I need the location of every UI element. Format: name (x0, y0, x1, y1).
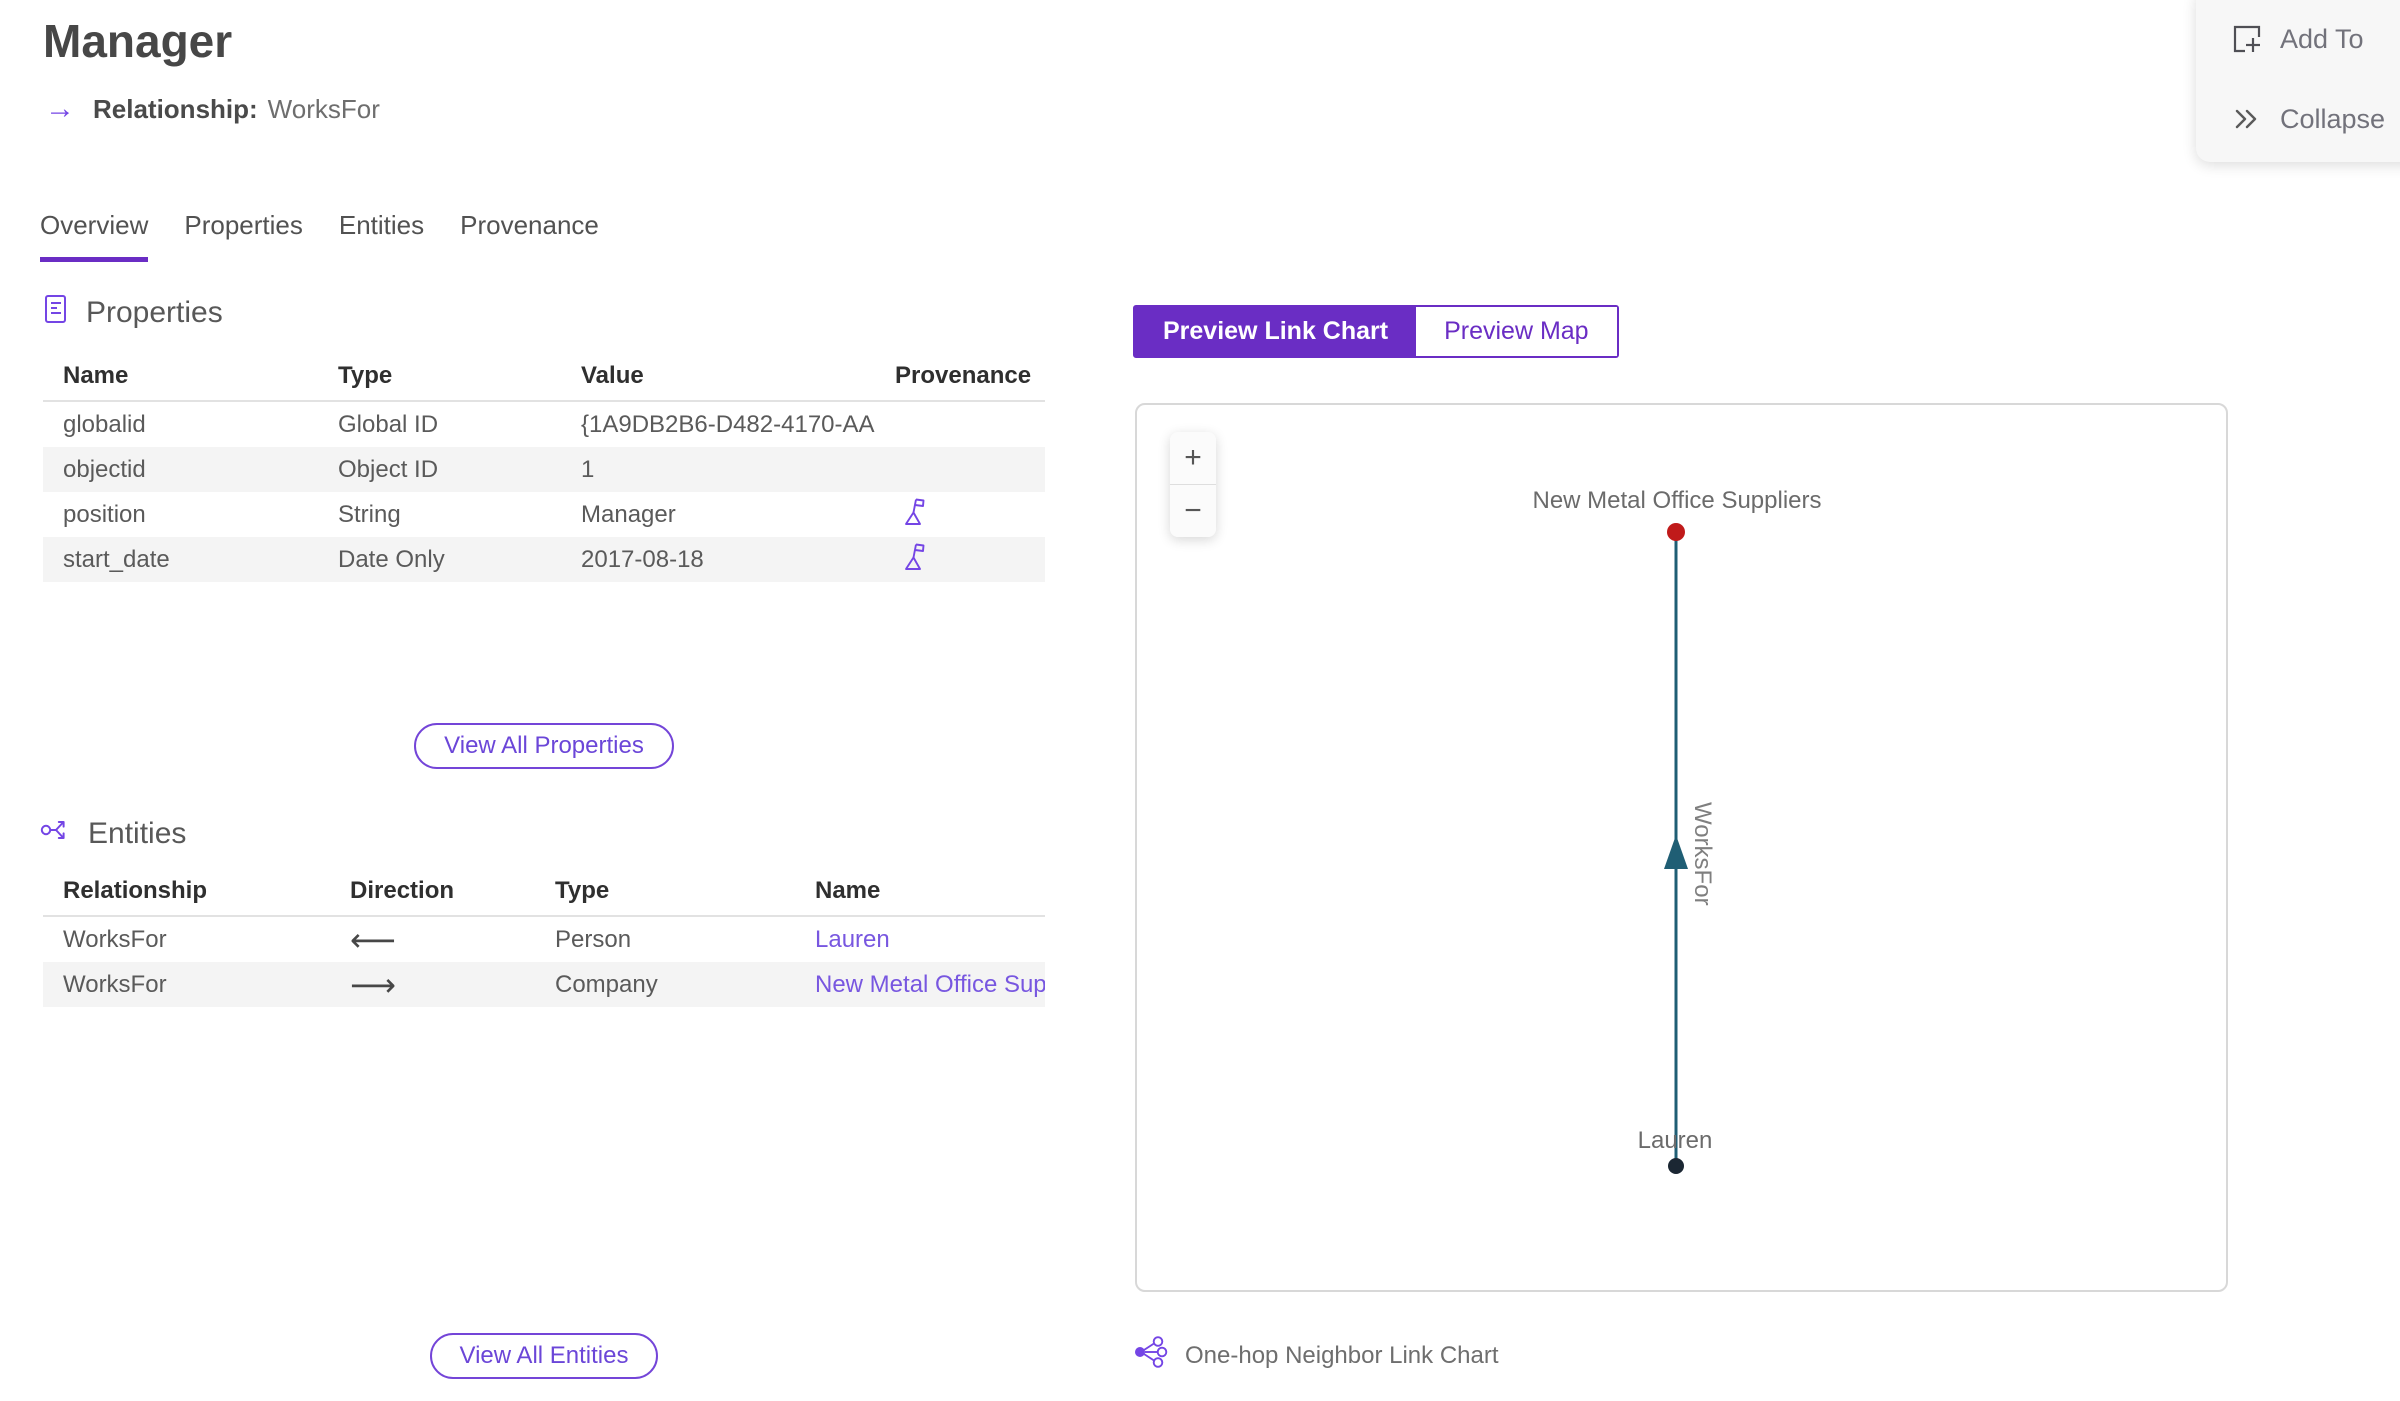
ent-relationship: WorksFor (63, 925, 167, 953)
prop-value: 2017-08-18 (581, 545, 704, 573)
tab-bar: Overview Properties Entities Provenance (40, 210, 599, 262)
col-name: Name (815, 877, 881, 904)
add-to-icon (2228, 20, 2266, 58)
collapse-label: Collapse (2280, 103, 2386, 134)
prop-name: start_date (63, 545, 170, 573)
col-type: Type (338, 362, 393, 389)
collapse-button[interactable]: Collapse (2196, 90, 2400, 148)
zoom-in-button[interactable]: + (1170, 432, 1216, 484)
properties-table: Name Type Value Provenance globalid Glob… (43, 352, 1045, 582)
properties-table-header: Name Type Value Provenance (43, 352, 1045, 402)
table-row: start_date Date Only 2017-08-18 (43, 537, 1045, 582)
prop-type: Object ID (338, 455, 439, 483)
entities-table-header: Relationship Direction Type Name (43, 867, 1045, 917)
zoom-control: + − (1170, 432, 1216, 537)
ent-type: Company (555, 970, 658, 998)
add-to-button[interactable]: Add To (2196, 10, 2400, 68)
direction-arrow-icon: ⟵ (350, 921, 396, 958)
col-relationship: Relationship (63, 877, 208, 904)
node-label-top[interactable]: New Metal Office Suppliers (1532, 487, 1821, 515)
prop-value: {1A9DB2B6-D482-4170-AA... (581, 410, 875, 438)
ent-type: Person (555, 925, 632, 953)
preview-map-button[interactable]: Preview Map (1416, 307, 1617, 356)
table-row: WorksFor ⟶ Company New Metal Office Sup.… (43, 962, 1045, 1007)
entities-table: Relationship Direction Type Name WorksFo… (43, 867, 1045, 1007)
col-provenance: Provenance (895, 362, 1032, 389)
ent-relationship: WorksFor (63, 970, 167, 998)
properties-heading-label: Properties (86, 296, 223, 329)
entities-section-heading: Entities (40, 815, 186, 853)
prop-type: Global ID (338, 410, 439, 438)
table-row: globalid Global ID {1A9DB2B6-D482-4170-A… (43, 402, 1045, 447)
col-value: Value (581, 362, 644, 389)
node-dot-company[interactable] (1667, 523, 1685, 541)
view-all-entities-button[interactable]: View All Entities (429, 1333, 659, 1379)
entities-heading-label: Entities (88, 817, 187, 850)
tab-provenance[interactable]: Provenance (460, 210, 599, 262)
relationship-label: Relationship: (93, 93, 258, 124)
view-all-properties-button[interactable]: View All Properties (414, 723, 674, 769)
prop-provenance (875, 540, 1045, 579)
table-row: objectid Object ID 1 (43, 447, 1045, 492)
link-chart-icon (1133, 1336, 1171, 1375)
prop-value: 1 (581, 455, 595, 483)
entity-link[interactable]: New Metal Office Sup... (795, 971, 1045, 999)
col-name: Name (63, 362, 129, 389)
tab-entities[interactable]: Entities (339, 210, 424, 262)
prop-type: Date Only (338, 545, 445, 573)
prop-value: Manager (581, 500, 676, 528)
link-chart-panel: + − New Metal Office Suppliers WorksFor … (1135, 403, 2228, 1292)
col-type: Type (555, 877, 610, 904)
prop-name: position (63, 500, 146, 528)
properties-icon (40, 292, 72, 334)
edge-label[interactable]: WorksFor (1688, 802, 1716, 906)
preview-toggle: Preview Link Chart Preview Map (1133, 305, 1619, 358)
prop-name: globalid (63, 410, 146, 438)
tab-overview[interactable]: Overview (40, 210, 149, 262)
double-chevron-right-icon (2228, 100, 2266, 138)
zoom-out-button[interactable]: − (1170, 485, 1216, 537)
table-row: WorksFor ⟵ Person Lauren (43, 917, 1045, 962)
entities-icon (40, 815, 74, 853)
relationship-value: WorksFor (267, 93, 380, 124)
tab-properties[interactable]: Properties (184, 210, 303, 262)
node-label-bottom[interactable]: Lauren (1638, 1127, 1713, 1155)
node-dot-person[interactable] (1668, 1158, 1684, 1174)
provenance-flag-icon[interactable] (901, 540, 929, 579)
provenance-flag-icon[interactable] (901, 495, 929, 534)
relationship-arrow-icon: → (45, 92, 75, 125)
prop-type: String (338, 500, 401, 528)
entity-detail-page: Manager → Relationship: WorksFor Add To (0, 0, 2400, 1401)
page-title: Manager (43, 15, 233, 67)
table-row: position String Manager (43, 492, 1045, 537)
add-to-label: Add To (2280, 23, 2364, 54)
properties-section-heading: Properties (40, 292, 223, 334)
col-direction: Direction (350, 877, 455, 904)
preview-link-chart-button[interactable]: Preview Link Chart (1135, 307, 1417, 356)
breadcrumb: → Relationship: WorksFor (45, 92, 380, 126)
chart-caption-label: One-hop Neighbor Link Chart (1185, 1341, 1499, 1369)
entity-link[interactable]: Lauren (795, 926, 1045, 954)
direction-arrow-icon: ⟶ (350, 966, 396, 1003)
prop-provenance (875, 495, 1045, 534)
actions-panel: Add To Collapse (2196, 0, 2400, 162)
chart-caption: One-hop Neighbor Link Chart (1133, 1336, 1499, 1375)
prop-name: objectid (63, 455, 146, 483)
